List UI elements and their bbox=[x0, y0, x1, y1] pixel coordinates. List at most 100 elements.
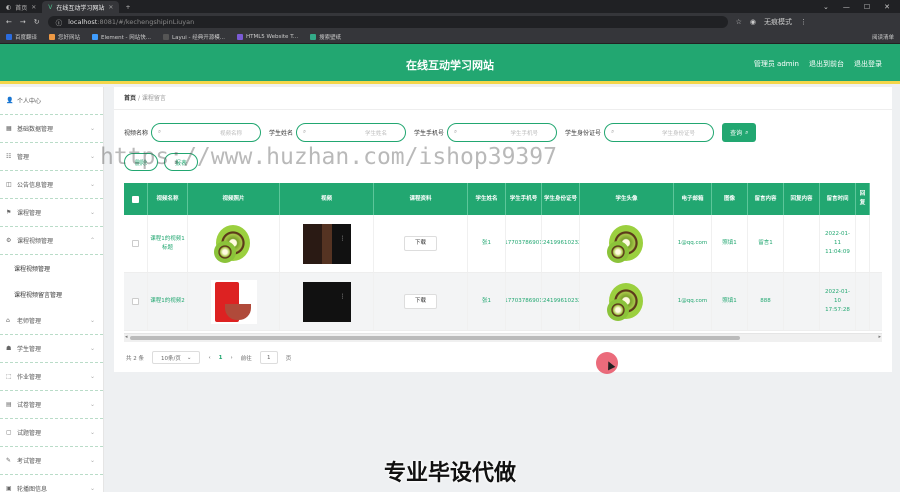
new-tab-button[interactable]: + bbox=[119, 1, 136, 13]
student-phone-input[interactable]: ⌕ 学生手机号 bbox=[447, 123, 558, 142]
video-cell: ⋮ bbox=[280, 215, 374, 272]
goto-page-input[interactable]: 1 bbox=[259, 351, 278, 364]
message-cell: 留言1 bbox=[748, 215, 784, 272]
sidebar-subitem-video-manage[interactable]: 课程视频管理 bbox=[0, 255, 103, 281]
search-field-student-phone: 学生手机号 ⌕ 学生手机号 bbox=[414, 123, 558, 142]
video-player[interactable]: ⋮ bbox=[302, 281, 351, 322]
col-header: 视频照片 bbox=[188, 183, 280, 215]
sidebar-item-homework[interactable]: ⬚ 作业管理 ⌄ bbox=[0, 363, 103, 391]
bookmark[interactable]: Element - 网站快... bbox=[92, 33, 151, 41]
bookmark[interactable]: HTML5 Website T... bbox=[236, 33, 298, 40]
kiwi-image bbox=[605, 281, 649, 323]
sidebar-item-manage[interactable]: ☷ 管理 ⌄ bbox=[0, 143, 103, 171]
horizontal-scrollbar[interactable]: ◂ ▸ bbox=[124, 333, 882, 342]
search-icon: ⌕ bbox=[745, 128, 749, 136]
row-checkbox[interactable] bbox=[132, 298, 139, 305]
download-button[interactable]: 下载 bbox=[403, 236, 437, 251]
to-frontend-link[interactable]: 退出到前台 bbox=[809, 59, 844, 69]
grid-icon: ▦ bbox=[6, 125, 12, 132]
col-header: 视频名称 bbox=[148, 183, 188, 215]
homework-icon: ⬚ bbox=[6, 373, 12, 380]
bookmark[interactable]: 百度翻译 bbox=[6, 33, 37, 41]
student-name-cell: 张1 bbox=[468, 215, 506, 272]
student-idcard-input[interactable]: ⌕ 学生身份证号 bbox=[604, 123, 715, 142]
reply-cell bbox=[784, 215, 820, 272]
sidebar-item-student[interactable]: ☗ 学生管理 ⌄ bbox=[0, 335, 103, 363]
sidebar-item-notice[interactable]: ◫ 公告信息管理 ⌄ bbox=[0, 171, 103, 199]
total-count: 共 2 条 bbox=[126, 355, 144, 362]
search-field-video-name: 视频名称 ⌕ 视频名称 bbox=[124, 123, 262, 142]
bookmark[interactable]: 搜索壁纸 bbox=[310, 33, 341, 41]
bookmark-icon bbox=[236, 33, 243, 40]
browser-tab-active[interactable]: V 在线互动学习网站 ✕ bbox=[42, 1, 120, 13]
col-header: 学生姓名 bbox=[468, 183, 506, 215]
video-name-input[interactable]: ⌕ 视频名称 bbox=[151, 123, 262, 142]
teacher-icon: ⌂ bbox=[6, 317, 10, 324]
sidebar-item-paper[interactable]: ▤ 试卷管理 ⌄ bbox=[0, 391, 103, 419]
page-unit-label: 页 bbox=[285, 355, 292, 362]
sidebar-item-course-video[interactable]: ⚙ 课程视频管理 ⌃ bbox=[0, 227, 103, 255]
close-tab-icon[interactable]: ✕ bbox=[31, 4, 36, 11]
col-header: 图像 bbox=[712, 183, 748, 215]
col-header: 课程资料 bbox=[374, 183, 468, 215]
browser-tab-home[interactable]: ◐ 首页 ✕ bbox=[0, 1, 42, 13]
scroll-left-icon[interactable]: ◂ bbox=[125, 334, 128, 340]
sidebar-item-course[interactable]: ⚑ 课程管理 ⌄ bbox=[0, 199, 103, 227]
search-icon: ⌕ bbox=[454, 129, 458, 135]
video-photo-cell bbox=[188, 273, 280, 330]
reload-icon[interactable]: ↻ bbox=[34, 18, 40, 26]
header-nav: 管理员 admin 退出到前台 退出登录 bbox=[754, 59, 882, 69]
sidebar-subitem-video-comments[interactable]: 课程视频留言管理 bbox=[0, 281, 103, 307]
search-icon: ⌕ bbox=[303, 129, 307, 135]
back-icon[interactable]: ← bbox=[6, 18, 12, 26]
page-size-select[interactable]: 10条/页 ⌄ bbox=[152, 351, 201, 364]
sidebar-item-basic-data[interactable]: ▦ 基础数据管理 ⌄ bbox=[0, 115, 103, 143]
sidebar-item-question[interactable]: ▢ 试题管理 ⌄ bbox=[0, 419, 103, 447]
bookmark[interactable]: 您好网站 bbox=[49, 33, 80, 41]
breadcrumb: 首页 / 课程留言 bbox=[124, 95, 166, 102]
chevron-down-icon: ⌄ bbox=[186, 354, 192, 361]
comments-table: 视频名称 视频照片 视频 课程资料 学生姓名 学生手机号 学生身份证号 学生头像… bbox=[124, 183, 882, 331]
bookmarks-bar: 百度翻译 您好网站 Element - 网站快... Layui - 经典开源模… bbox=[0, 30, 900, 44]
profile-icon[interactable]: ◉ bbox=[750, 18, 756, 26]
bookmark[interactable]: Layui - 经典开源模... bbox=[163, 33, 225, 41]
col-header: 回复内容 bbox=[784, 183, 820, 215]
search-button[interactable]: 查询 ⌕ bbox=[722, 123, 757, 142]
email-cell: 1@qq.com bbox=[674, 273, 712, 330]
breadcrumb-home[interactable]: 首页 bbox=[124, 95, 136, 102]
more-icon[interactable]: ⋮ bbox=[340, 292, 346, 302]
more-icon[interactable]: ⋮ bbox=[340, 234, 346, 244]
maximize-icon[interactable]: ☐ bbox=[864, 3, 870, 11]
chevron-down-icon: ⌄ bbox=[89, 429, 95, 436]
chevron-down-icon[interactable]: ⌄ bbox=[823, 3, 829, 11]
paper-icon: ▤ bbox=[6, 401, 12, 408]
bookmark-icon bbox=[6, 33, 12, 40]
scrollbar-thumb[interactable] bbox=[130, 336, 740, 340]
close-tab-icon[interactable]: ✕ bbox=[108, 4, 113, 11]
watermark-text: https://www.huzhan.com/ishop39397 bbox=[100, 144, 557, 170]
page-number-current[interactable]: 1 bbox=[219, 355, 223, 361]
star-icon[interactable]: ☆ bbox=[736, 18, 742, 26]
forward-icon[interactable]: → bbox=[20, 18, 26, 26]
reading-list[interactable]: 阅读清单 bbox=[872, 33, 894, 41]
col-header: 留言内容 bbox=[748, 183, 784, 215]
kiwi-image bbox=[212, 223, 256, 265]
close-window-icon[interactable]: ✕ bbox=[884, 3, 890, 11]
url-input[interactable]: ⓘ localhost:8081/#/kechengshipinLiuyan bbox=[47, 15, 728, 28]
minimize-icon[interactable]: — bbox=[843, 3, 850, 11]
prev-page-button[interactable]: ‹ bbox=[208, 355, 210, 361]
sidebar-item-personal[interactable]: 👤 个人中心 bbox=[0, 87, 103, 115]
address-bar-row: ← → ↻ ⓘ localhost:8081/#/kechengshipinLi… bbox=[0, 13, 900, 30]
logout-link[interactable]: 退出登录 bbox=[854, 59, 882, 69]
video-player[interactable]: ⋮ bbox=[302, 223, 351, 264]
row-checkbox[interactable] bbox=[132, 240, 139, 247]
sidebar-item-teacher[interactable]: ⌂ 老师管理 ⌄ bbox=[0, 307, 103, 335]
window-controls: ⌄ — ☐ ✕ bbox=[813, 3, 900, 13]
scroll-right-icon[interactable]: ▸ bbox=[878, 334, 881, 340]
download-button[interactable]: 下载 bbox=[403, 294, 437, 309]
student-name-input[interactable]: ⌕ 学生姓名 bbox=[296, 123, 407, 142]
time-cell: 2022-01-11 11:04:09 bbox=[820, 215, 856, 272]
menu-icon[interactable]: ⋮ bbox=[800, 18, 807, 26]
next-page-button[interactable]: › bbox=[231, 355, 233, 361]
select-all-checkbox[interactable] bbox=[132, 195, 139, 203]
